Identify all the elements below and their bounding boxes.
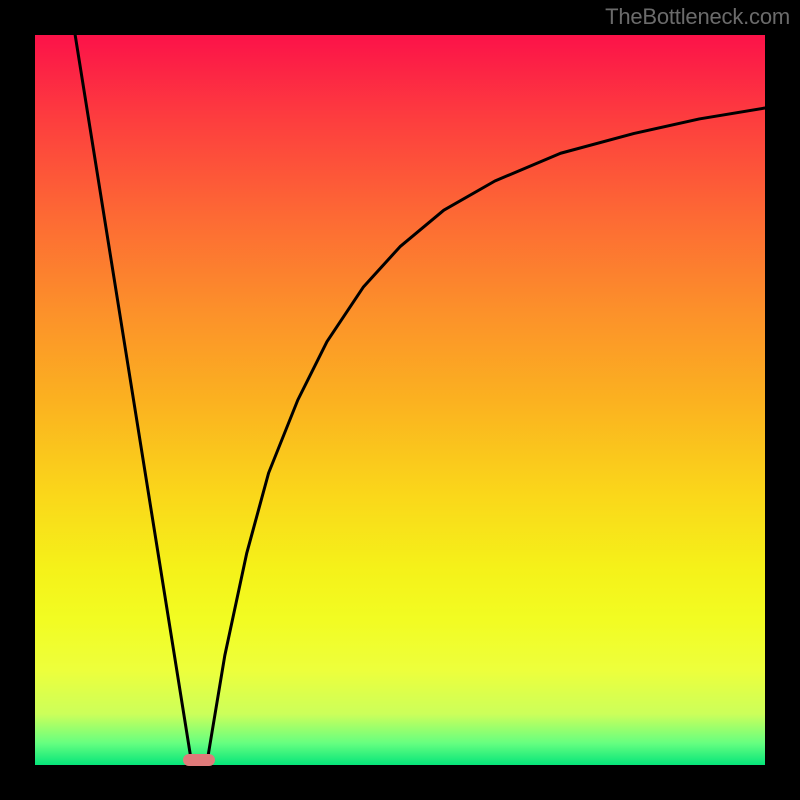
- bottleneck-curve: [75, 35, 765, 765]
- minimum-marker: [183, 754, 215, 766]
- curve-layer: [35, 35, 765, 765]
- attribution-text: TheBottleneck.com: [605, 4, 790, 30]
- chart-frame: TheBottleneck.com: [0, 0, 800, 800]
- plot-area: [35, 35, 765, 765]
